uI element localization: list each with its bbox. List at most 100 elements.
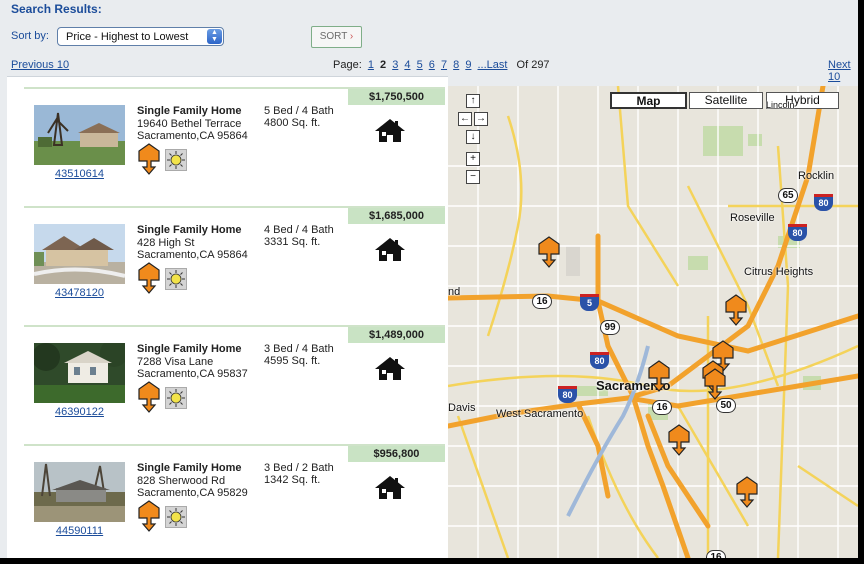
listing-specs: 4 Bed / 4 Bath 3331 Sq. ft. xyxy=(264,224,334,248)
zoom-out-icon[interactable]: − xyxy=(466,170,480,184)
sun-icon[interactable] xyxy=(165,149,187,171)
map-pin-icon[interactable] xyxy=(138,262,160,299)
interstate-shield: 80 xyxy=(788,224,807,241)
house-icon[interactable] xyxy=(374,474,406,505)
map-pin-icon[interactable] xyxy=(138,381,160,418)
listing-specs: 3 Bed / 4 Bath 4595 Sq. ft. xyxy=(264,343,334,367)
page-title: Search Results: xyxy=(11,2,102,16)
address-street: 428 High St xyxy=(137,237,195,249)
page-link-6[interactable]: 6 xyxy=(429,59,435,71)
map-view[interactable]: Map Satellite Hybrid ↑ ← → ↓ + − Rocklin… xyxy=(448,86,858,558)
previous-page-link[interactable]: Previous 10 xyxy=(11,59,69,71)
highway-shield: 16 xyxy=(706,550,726,558)
sun-icon[interactable] xyxy=(165,387,187,409)
listing-price: $1,489,000 xyxy=(348,327,445,343)
arrow-right-icon: › xyxy=(349,31,354,42)
map-pin-icon[interactable] xyxy=(648,360,670,397)
address-city: Sacramento,CA 95864 xyxy=(137,130,248,142)
beds-baths: 3 Bed / 2 Bath xyxy=(264,462,334,474)
mls-number-link[interactable]: 44590111 xyxy=(34,525,125,537)
interstate-shield: 80 xyxy=(590,352,609,369)
beds-baths: 4 Bed / 4 Bath xyxy=(264,224,334,236)
pan-down-icon[interactable]: ↓ xyxy=(466,130,480,144)
beds-baths: 5 Bed / 4 Bath xyxy=(264,105,334,117)
address-city: Sacramento,CA 95864 xyxy=(137,249,248,261)
listing-address: 428 High St Sacramento,CA 95864 xyxy=(137,237,248,261)
listing-address: 19640 Bethel Terrace Sacramento,CA 95864 xyxy=(137,118,248,142)
property-type: Single Family Home xyxy=(137,224,242,236)
page-link-5[interactable]: 5 xyxy=(417,59,423,71)
highway-shield: 16 xyxy=(652,400,672,415)
house-icon[interactable] xyxy=(374,355,406,386)
highway-shield: 16 xyxy=(532,294,552,309)
zoom-in-icon[interactable]: + xyxy=(466,152,480,166)
square-feet: 4595 Sq. ft. xyxy=(264,355,321,367)
listing-card: $1,750,500 43510614 Single Family Home 1… xyxy=(24,87,445,204)
sort-select[interactable]: Price - Highest to Lowest ▲ ▼ xyxy=(57,27,224,46)
sun-icon[interactable] xyxy=(165,506,187,528)
next-page-link[interactable]: Next 10 xyxy=(828,59,858,83)
listing-photo[interactable] xyxy=(34,343,125,403)
map-pin-icon[interactable] xyxy=(704,368,726,405)
listing-price: $1,685,000 xyxy=(348,208,445,224)
map-pin-icon[interactable] xyxy=(138,500,160,537)
square-feet: 4800 Sq. ft. xyxy=(264,117,321,129)
address-street: 828 Sherwood Rd xyxy=(137,475,226,487)
listing-photo[interactable] xyxy=(34,462,125,522)
listing-card: $1,685,000 43478120 Single Family Home 4… xyxy=(24,206,445,323)
map-label-lincoln: Lincoln xyxy=(766,100,795,110)
property-type: Single Family Home xyxy=(137,462,242,474)
pan-right-icon[interactable]: → xyxy=(474,112,488,126)
listing-photo[interactable] xyxy=(34,105,125,165)
house-icon[interactable] xyxy=(374,236,406,267)
listing-panel: $1,750,500 43510614 Single Family Home 1… xyxy=(7,76,448,558)
listing-price: $1,750,500 xyxy=(348,89,445,105)
highway-shield: 99 xyxy=(600,320,620,335)
sort-select-value: Price - Highest to Lowest xyxy=(66,31,189,43)
map-label-davis: Davis xyxy=(448,402,476,414)
listing-specs: 5 Bed / 4 Bath 4800 Sq. ft. xyxy=(264,105,334,129)
address-street: 7288 Visa Lane xyxy=(137,356,214,368)
page-link-8[interactable]: 8 xyxy=(453,59,459,71)
sun-icon[interactable] xyxy=(165,268,187,290)
last-page-link[interactable]: ...Last xyxy=(478,59,508,71)
sort-button[interactable]: SORT › xyxy=(311,26,362,48)
page-link-1[interactable]: 1 xyxy=(368,59,374,71)
mls-number-link[interactable]: 46390122 xyxy=(34,406,125,418)
address-street: 19640 Bethel Terrace xyxy=(137,118,242,130)
mls-number-link[interactable]: 43478120 xyxy=(34,287,125,299)
map-pin-icon[interactable] xyxy=(138,143,160,180)
property-type: Single Family Home xyxy=(137,343,242,355)
sort-label: Sort by: xyxy=(11,30,49,42)
map-type-satellite-button[interactable]: Satellite xyxy=(689,92,763,109)
property-type: Single Family Home xyxy=(137,105,242,117)
map-type-map-button[interactable]: Map xyxy=(610,92,687,109)
pan-up-icon[interactable]: ↑ xyxy=(466,94,480,108)
select-arrows-icon: ▲ ▼ xyxy=(207,29,222,44)
map-label-rocklin: Rocklin xyxy=(798,170,835,182)
sort-button-label: SORT xyxy=(319,31,348,42)
listing-photo[interactable] xyxy=(34,224,125,284)
pagination: Page: 1 2 3 4 5 6 7 8 9 ...Last Of 297 xyxy=(333,59,550,71)
highway-shield: 65 xyxy=(778,188,798,203)
map-pin-icon[interactable] xyxy=(725,294,747,331)
map-label-citrus-heights: Citrus Heights xyxy=(744,266,814,278)
page-link-4[interactable]: 4 xyxy=(404,59,410,71)
pan-left-icon[interactable]: ← xyxy=(458,112,472,126)
interstate-shield: 80 xyxy=(814,194,833,211)
page-link-9[interactable]: 9 xyxy=(465,59,471,71)
map-pin-icon[interactable] xyxy=(538,236,560,273)
map-pin-icon[interactable] xyxy=(668,424,690,461)
listing-address: 828 Sherwood Rd Sacramento,CA 95829 xyxy=(137,475,248,499)
map-pin-icon[interactable] xyxy=(736,476,758,513)
search-results-page: Search Results: Sort by: Price - Highest… xyxy=(0,0,858,558)
page-link-3[interactable]: 3 xyxy=(392,59,398,71)
address-city: Sacramento,CA 95829 xyxy=(137,487,248,499)
house-icon[interactable] xyxy=(374,117,406,148)
page-link-7[interactable]: 7 xyxy=(441,59,447,71)
listing-card: $1,489,000 46390122 Single Family Home 7… xyxy=(24,325,445,442)
address-city: Sacramento,CA 95837 xyxy=(137,368,248,380)
listing-card: $956,800 44590111 Single Family Home 828… xyxy=(24,444,445,558)
interstate-shield: 5 xyxy=(580,294,599,311)
mls-number-link[interactable]: 43510614 xyxy=(34,168,125,180)
